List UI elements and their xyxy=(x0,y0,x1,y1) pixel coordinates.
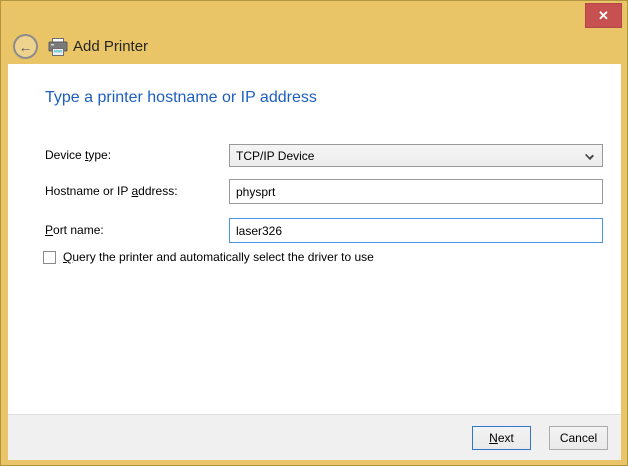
back-arrow-icon: ← xyxy=(19,40,33,54)
port-name-input[interactable] xyxy=(229,218,603,243)
close-icon: ✕ xyxy=(598,8,609,24)
query-printer-checkbox[interactable] xyxy=(43,251,56,264)
chevron-down-icon xyxy=(585,151,594,160)
page-heading: Type a printer hostname or IP address xyxy=(45,89,317,107)
window-title: Add Printer xyxy=(73,38,148,55)
device-type-selected-value: TCP/IP Device xyxy=(236,149,314,163)
printer-icon xyxy=(48,38,68,57)
back-button[interactable]: ← xyxy=(13,34,38,59)
wizard-page-content: Type a printer hostname or IP address De… xyxy=(8,64,621,414)
wizard-footer: Next Cancel xyxy=(8,414,621,460)
port-name-label: Port name: xyxy=(45,223,104,237)
cancel-button[interactable]: Cancel xyxy=(549,426,608,450)
hostname-label: Hostname or IP address: xyxy=(45,184,178,198)
close-button[interactable]: ✕ xyxy=(585,3,622,28)
query-printer-checkbox-row: Query the printer and automatically sele… xyxy=(43,250,374,264)
device-type-dropdown[interactable]: TCP/IP Device xyxy=(229,144,603,167)
next-button[interactable]: Next xyxy=(472,426,531,450)
add-printer-wizard-window: ✕ ← Add Printer Type a printer hostname … xyxy=(0,0,628,466)
query-printer-checkbox-label[interactable]: Query the printer and automatically sele… xyxy=(63,250,374,264)
device-type-label: Device type: xyxy=(45,148,111,162)
hostname-input[interactable] xyxy=(229,179,603,204)
